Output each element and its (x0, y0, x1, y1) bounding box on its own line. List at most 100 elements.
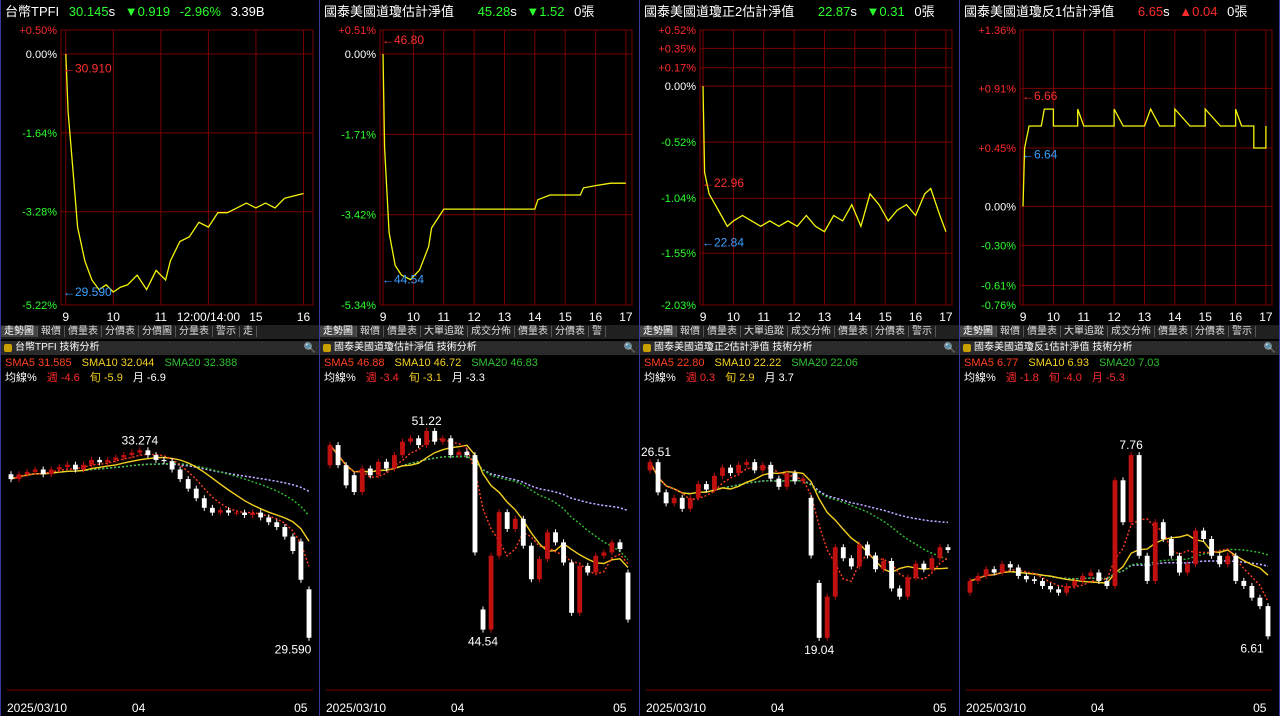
candle-body (1136, 455, 1142, 556)
candle-body (865, 544, 870, 556)
x-tick-label: 9 (700, 310, 707, 324)
x-tick-label: 05 (933, 701, 947, 715)
candle-body (512, 518, 518, 529)
tab-4[interactable]: 分價圖 (139, 326, 176, 337)
candle-body (520, 518, 526, 546)
tab-7[interactable]: 警示 (909, 326, 936, 337)
tab-trend[interactable]: 走勢圖 (320, 326, 357, 337)
tab-3[interactable]: 大單追蹤 (1061, 326, 1108, 337)
candle-body (408, 438, 413, 442)
tab-6[interactable]: 警示 (213, 326, 240, 337)
tab-5[interactable]: 價量表 (835, 326, 872, 337)
high-mark-label: ←22.96 (702, 176, 744, 190)
x-tick-label: 16 (589, 310, 603, 324)
tab-quote[interactable]: 報價 (677, 326, 704, 337)
sma20-line (649, 461, 949, 561)
tab-6[interactable]: 分價表 (1192, 326, 1229, 337)
x-tick-label: 9 (62, 310, 69, 324)
candle-body (752, 462, 758, 471)
candle-body (744, 462, 750, 465)
candle-body (1160, 522, 1166, 539)
x-tick-label: 15 (879, 310, 893, 324)
tab-quote[interactable]: 報價 (357, 326, 384, 337)
menu-icon[interactable] (643, 344, 651, 352)
candle-body (201, 498, 207, 508)
tab-7[interactable]: 警示 (1229, 326, 1256, 337)
x-tick-label: 13 (498, 310, 512, 324)
y-tick-label: +0.17% (658, 63, 696, 75)
xun-pct: 旬 2.9 (725, 372, 755, 384)
tab-5[interactable]: 價量表 (515, 326, 552, 337)
tab-quote[interactable]: 報價 (997, 326, 1024, 337)
tab-4[interactable]: 成交分佈 (788, 326, 835, 337)
tab-quote[interactable]: 報價 (38, 326, 65, 337)
x-tick-label: 14 (848, 310, 862, 324)
y-tick-label: -5.22% (22, 300, 57, 312)
zoom-icon[interactable]: 🔍 (944, 342, 956, 355)
x-tick-label: 04 (1091, 701, 1105, 715)
long-ma-cyan (969, 560, 1269, 582)
tab-5[interactable]: 價量表 (1155, 326, 1192, 337)
tab-price-volume[interactable]: 價量表 (384, 326, 421, 337)
high-mark-label: ←30.910 (63, 61, 112, 75)
tab-3[interactable]: 大單追蹤 (741, 326, 788, 337)
zoom-icon[interactable]: 🔍 (624, 342, 636, 355)
zoom-icon[interactable]: 🔍 (1264, 342, 1276, 355)
y-tick-label: +0.52% (658, 25, 696, 37)
tab-trend[interactable]: 走勢圖 (960, 326, 997, 337)
y-tick-label: -1.64% (22, 128, 57, 140)
tab-4[interactable]: 成交分佈 (1108, 326, 1155, 337)
panel-tabs: 走勢圖 報價 價量表 大單追蹤 成交分佈 價量表 分價表警 (320, 325, 639, 339)
candle-body (1007, 564, 1013, 568)
sma5-line (329, 438, 629, 575)
tab-price-volume[interactable]: 價量表 (704, 326, 741, 337)
x-tick-label: 17 (1259, 310, 1273, 324)
panel-3: 國泰美國道瓊反1估計淨值 6.65s ▲0.04 0張 +1.36% +0.91%… (960, 0, 1280, 716)
candle-body (8, 474, 14, 480)
candle-body (242, 512, 247, 516)
tab-price-volume[interactable]: 價量表 (1024, 326, 1061, 337)
avg-legend: 均線% 週 0.3 旬 2.9 月 3.7 (644, 371, 804, 385)
sma20-line (10, 462, 310, 517)
tab-price-volume[interactable]: 價量表 (65, 326, 102, 337)
x-tick-label: 11 (1078, 310, 1091, 324)
tab-trend[interactable]: 走勢圖 (1, 326, 38, 337)
x-tick-label: 17 (619, 310, 633, 324)
month-pct: 月 3.7 (764, 372, 794, 384)
menu-icon[interactable] (4, 344, 12, 352)
y-tick-label: +0.45% (978, 143, 1016, 155)
candle-body (1023, 575, 1029, 580)
menu-icon[interactable] (963, 344, 971, 352)
y-tick-label: 0.00% (665, 81, 696, 93)
x-tick-label: 10 (1047, 310, 1061, 324)
tab-3[interactable]: 大單追蹤 (421, 326, 468, 337)
menu-icon[interactable] (323, 344, 331, 352)
sma5-line (969, 518, 1269, 602)
tab-3[interactable]: 分價表 (102, 326, 139, 337)
zoom-icon[interactable]: 🔍 (304, 342, 316, 355)
tab-6[interactable]: 分價表 (872, 326, 909, 337)
sma20-label: SMA20 22.06 (791, 357, 858, 369)
tab-5[interactable]: 分量表 (176, 326, 213, 337)
candle-body (343, 465, 349, 486)
candle-body (561, 542, 566, 563)
tab-7[interactable]: 走 (240, 326, 257, 337)
candle-body (1257, 597, 1263, 607)
x-tick-label: 05 (1253, 701, 1267, 715)
sma10-label: SMA10 32.044 (81, 357, 155, 369)
tab-6[interactable]: 分價表 (552, 326, 589, 337)
ta-title-bar: 國泰美國道瓊估計淨值 技術分析 🔍 (320, 341, 639, 355)
sma-legend: SMA5 46.88 SMA10 46.72 SMA20 46.83 (324, 356, 548, 370)
plot-frame (1019, 29, 1273, 306)
y-tick-label: -3.28% (22, 207, 57, 219)
ta-title: 國泰美國道瓊反1估計淨值 技術分析 (974, 342, 1133, 353)
sma5-label: SMA5 6.77 (964, 357, 1019, 369)
candle-body (217, 510, 223, 513)
tab-7[interactable]: 警 (589, 326, 606, 337)
tab-4[interactable]: 成交分佈 (468, 326, 515, 337)
candle-body (298, 541, 304, 580)
candle-body (1032, 579, 1037, 581)
tab-trend[interactable]: 走勢圖 (640, 326, 677, 337)
candle-body (274, 522, 280, 528)
x-tick-label: 12 (787, 310, 801, 324)
